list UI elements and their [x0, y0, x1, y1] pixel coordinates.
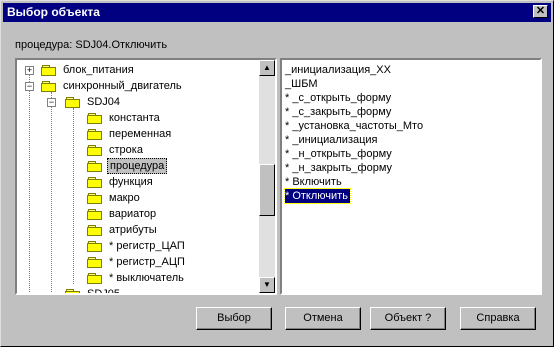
tree-node-function[interactable]: функция [17, 174, 257, 190]
tree-node-label: * регистр_ЦАП [109, 240, 185, 252]
tree-node-label: переменная [109, 128, 172, 140]
scroll-up-button[interactable]: ▲ [259, 60, 275, 76]
list-item[interactable]: * Включить [285, 175, 342, 189]
select-button[interactable]: Выбор [196, 307, 272, 330]
folder-icon [41, 65, 57, 76]
tree-scrollbar[interactable]: ▲ ▼ [259, 60, 275, 293]
close-icon: ✕ [535, 5, 546, 17]
tree-node-string[interactable]: строка [17, 142, 257, 158]
arrow-up-icon: ▲ [263, 63, 271, 72]
folder-icon [87, 209, 103, 220]
tree-node-sdj04[interactable]: − SDJ04 [17, 94, 257, 110]
folder-icon [87, 257, 103, 268]
tree-node-label-selected: процедура [107, 158, 168, 174]
tree-node-power-block[interactable]: + блок_питания [17, 62, 257, 78]
list-item[interactable]: _ШБМ [285, 77, 318, 91]
tree-node-label: блок_питания [63, 64, 134, 76]
tree-node-label: синхронный_двигатель [63, 80, 182, 92]
tree-node-adc-register[interactable]: * регистр_АЦП [17, 254, 257, 270]
list-item[interactable]: * _инициализация [285, 133, 378, 147]
folder-open-icon [87, 161, 103, 172]
list-item[interactable]: * _н_закрыть_форму [285, 161, 392, 175]
tree-node-label: макро [109, 192, 140, 204]
tree-node-attributes[interactable]: атрибуты [17, 222, 257, 238]
folder-icon [65, 289, 81, 293]
path-label: процедура: SDJ04.Отключить [15, 39, 168, 51]
tree-node-constant[interactable]: константа [17, 110, 257, 126]
list-item-selected[interactable]: * Отключить [284, 188, 351, 204]
tree-node-label: атрибуты [109, 224, 157, 236]
cancel-button[interactable]: Отмена [285, 307, 361, 330]
tree-node-dac-register[interactable]: * регистр_ЦАП [17, 238, 257, 254]
tree-node-label: вариатор [109, 208, 157, 220]
tree-node-procedure[interactable]: процедура [17, 158, 257, 174]
dialog-window: Выбор объекта ✕ процедура: SDJ04.Отключи… [0, 0, 554, 347]
collapse-icon[interactable]: − [25, 82, 34, 91]
folder-icon [87, 177, 103, 188]
list-item[interactable]: _инициализация_XX [285, 63, 391, 77]
folder-open-icon [65, 97, 81, 108]
list-item[interactable]: * _н_открыть_форму [285, 147, 392, 161]
tree-node-label: строка [109, 144, 143, 156]
tree-node-switch[interactable]: * выключатель [17, 270, 257, 286]
tree-node-label: функция [109, 176, 153, 188]
tree-node-label: SDJ04 [87, 96, 121, 108]
help-button[interactable]: Справка [460, 307, 536, 330]
folder-icon [87, 273, 103, 284]
tree-node-variable[interactable]: переменная [17, 126, 257, 142]
object-button[interactable]: Объект ? [370, 307, 446, 330]
object-tree[interactable]: + блок_питания − синхронный_двигатель − … [15, 58, 277, 295]
folder-icon [87, 145, 103, 156]
window-title: Выбор объекта [7, 5, 100, 19]
tree-node-label: SDJ05 [87, 288, 121, 295]
tree-node-macro[interactable]: макро [17, 190, 257, 206]
list-item[interactable]: * _с_закрыть_форму [285, 105, 391, 119]
scroll-down-button[interactable]: ▼ [259, 277, 275, 293]
tree-node-label: * регистр_АЦП [109, 256, 185, 268]
folder-icon [87, 241, 103, 252]
folder-open-icon [41, 81, 57, 92]
collapse-icon[interactable]: − [47, 98, 56, 107]
scroll-thumb[interactable] [259, 164, 275, 216]
tree-node-sync-motor[interactable]: − синхронный_двигатель [17, 78, 257, 94]
tree-node-sdj05[interactable]: SDJ05 [17, 286, 257, 295]
tree-node-label: константа [109, 112, 160, 124]
expand-icon[interactable]: + [25, 66, 34, 75]
tree-node-variator[interactable]: вариатор [17, 206, 257, 222]
folder-icon [87, 225, 103, 236]
list-item[interactable]: * _с_открыть_форму [285, 91, 391, 105]
folder-icon [87, 193, 103, 204]
folder-icon [87, 113, 103, 124]
list-item[interactable]: * _установка_частоты_Мто [285, 119, 423, 133]
close-button[interactable]: ✕ [533, 5, 548, 18]
arrow-down-icon: ▼ [263, 280, 271, 289]
title-bar[interactable]: Выбор объекта ✕ [3, 3, 551, 22]
tree-node-label: * выключатель [109, 272, 184, 284]
item-list[interactable]: _инициализация_XX _ШБМ * _с_открыть_форм… [280, 58, 542, 295]
folder-icon [87, 129, 103, 140]
